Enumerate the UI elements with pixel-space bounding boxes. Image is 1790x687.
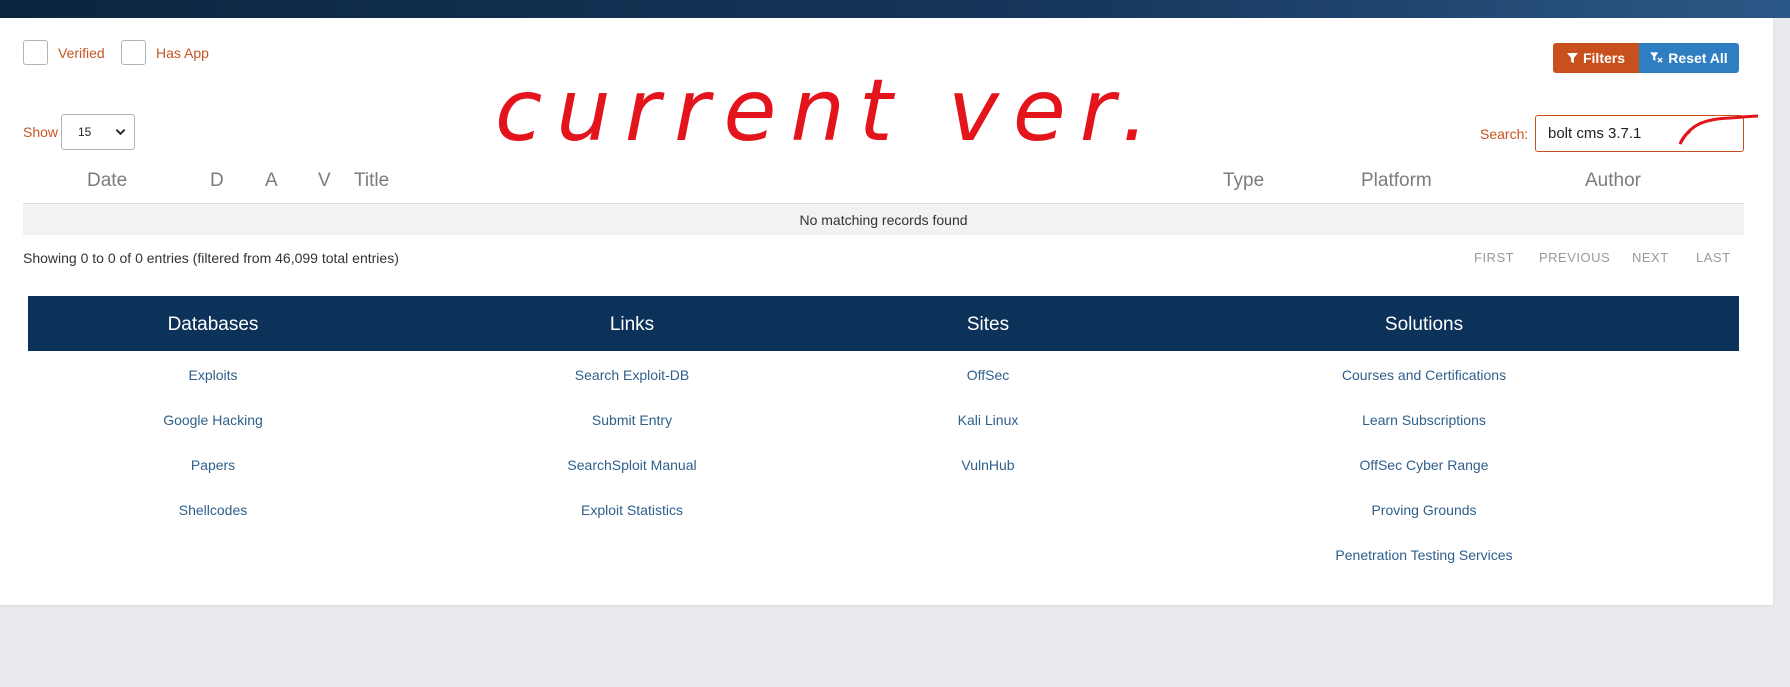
search-input[interactable] bbox=[1535, 115, 1744, 152]
footer-link-proving-grounds[interactable]: Proving Grounds bbox=[1371, 502, 1476, 518]
footer-link-offsec-cyber-range[interactable]: OffSec Cyber Range bbox=[1360, 457, 1489, 473]
filters-button[interactable]: Filters bbox=[1553, 43, 1639, 73]
pager-first[interactable]: FIRST bbox=[1474, 250, 1514, 265]
has-app-checkbox[interactable] bbox=[121, 40, 146, 65]
verified-checkbox[interactable] bbox=[23, 40, 48, 65]
top-header-bar bbox=[0, 0, 1790, 18]
footer-link-exploits[interactable]: Exploits bbox=[188, 367, 237, 383]
footer-link-papers[interactable]: Papers bbox=[191, 457, 235, 473]
column-header-author[interactable]: Author bbox=[1585, 170, 1641, 192]
footer-link-shellcodes[interactable]: Shellcodes bbox=[179, 502, 248, 518]
footer-link-penetration-testing-services[interactable]: Penetration Testing Services bbox=[1335, 547, 1512, 563]
verified-filter[interactable]: Verified bbox=[23, 40, 105, 65]
filters-button-label: Filters bbox=[1582, 50, 1625, 66]
footer-heading-links: Links bbox=[609, 314, 655, 335]
empty-table-message: No matching records found bbox=[799, 211, 968, 228]
has-app-filter[interactable]: Has App bbox=[121, 40, 209, 65]
search-label: Search: bbox=[1480, 126, 1529, 142]
funnel-icon bbox=[1566, 52, 1578, 63]
reset-all-button[interactable]: Reset All bbox=[1639, 43, 1739, 73]
reset-all-button-label: Reset All bbox=[1668, 50, 1728, 66]
footer-heading-solutions: Solutions bbox=[1384, 314, 1464, 335]
entries-per-page-select[interactable]: 15 bbox=[61, 114, 135, 150]
entries-per-page-value: 15 bbox=[78, 125, 92, 139]
pager-next[interactable]: NEXT bbox=[1632, 250, 1669, 265]
footer-link-submit-entry[interactable]: Submit Entry bbox=[592, 412, 672, 428]
footer-header-bar bbox=[28, 296, 1739, 351]
footer-link-exploit-statistics[interactable]: Exploit Statistics bbox=[581, 502, 683, 518]
verified-label: Verified bbox=[58, 44, 105, 61]
column-header-d[interactable]: D bbox=[210, 170, 224, 192]
footer-link-search-exploit-db[interactable]: Search Exploit-DB bbox=[575, 367, 689, 383]
pager-last[interactable]: LAST bbox=[1696, 250, 1731, 265]
column-header-type[interactable]: Type bbox=[1223, 170, 1264, 192]
funnel-clear-icon bbox=[1650, 52, 1663, 63]
column-header-a[interactable]: A bbox=[265, 170, 278, 192]
column-header-date[interactable]: Date bbox=[87, 170, 127, 192]
footer-link-google-hacking[interactable]: Google Hacking bbox=[163, 412, 263, 428]
has-app-label: Has App bbox=[156, 44, 209, 61]
footer-link-offsec[interactable]: OffSec bbox=[967, 367, 1010, 383]
table-info: Showing 0 to 0 of 0 entries (filtered fr… bbox=[23, 250, 399, 266]
footer-heading-sites: Sites bbox=[966, 314, 1010, 335]
content-card: Verified Has App Filters Reset All Show … bbox=[0, 18, 1773, 605]
footer-link-kali-linux[interactable]: Kali Linux bbox=[958, 412, 1019, 428]
empty-table-row: No matching records found bbox=[23, 203, 1744, 235]
footer-link-courses-certifications[interactable]: Courses and Certifications bbox=[1342, 367, 1506, 383]
pager-previous[interactable]: PREVIOUS bbox=[1539, 250, 1610, 265]
column-header-platform[interactable]: Platform bbox=[1361, 170, 1432, 192]
handwritten-annotation: current ver. bbox=[495, 61, 1163, 161]
footer-link-vulnhub[interactable]: VulnHub bbox=[961, 457, 1014, 473]
footer-link-learn-subscriptions[interactable]: Learn Subscriptions bbox=[1362, 412, 1486, 428]
show-entries-label: Show bbox=[23, 124, 59, 140]
footer-link-searchsploit-manual[interactable]: SearchSploit Manual bbox=[567, 457, 696, 473]
footer-heading-databases: Databases bbox=[167, 314, 259, 335]
column-header-v[interactable]: V bbox=[318, 170, 331, 192]
chevron-down-icon bbox=[115, 129, 126, 136]
column-header-title[interactable]: Title bbox=[354, 170, 389, 192]
